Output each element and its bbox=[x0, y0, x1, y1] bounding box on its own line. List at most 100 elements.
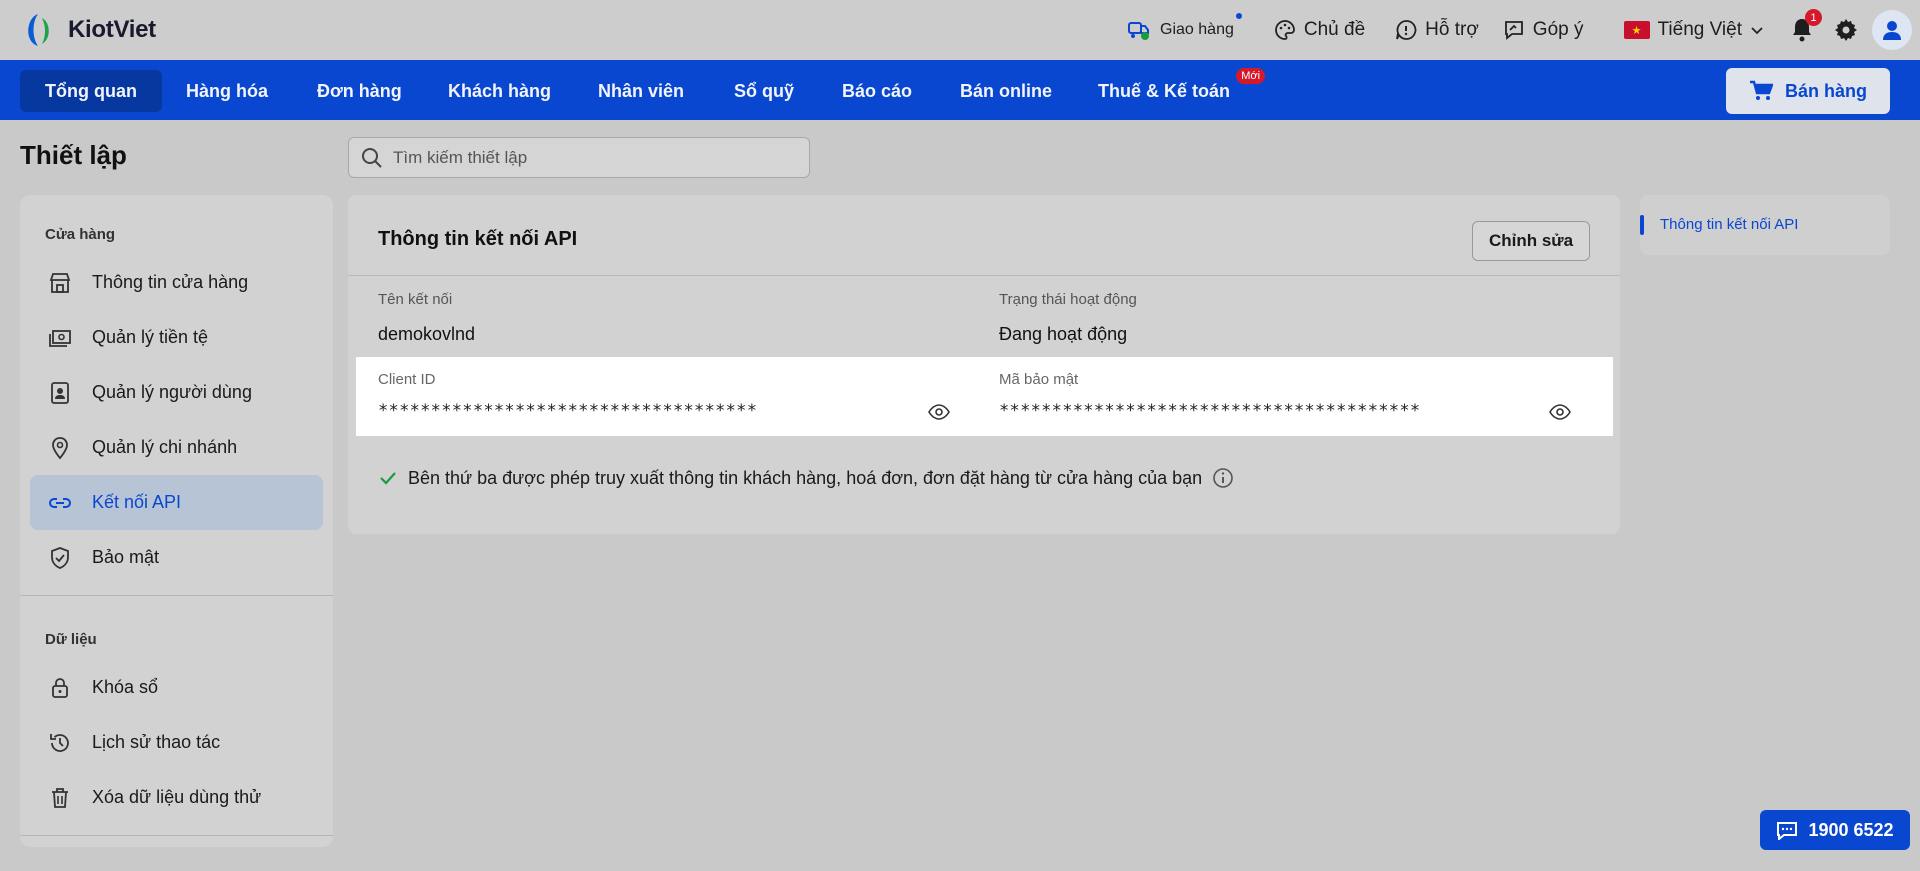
history-icon bbox=[50, 733, 69, 752]
top-bar: KiotViet Giao hàng Chủ đề Hỗ trợ Góp ý ★… bbox=[0, 0, 1920, 60]
client-id-label: Client ID bbox=[378, 371, 436, 388]
theme-link[interactable]: Chủ đề bbox=[1274, 19, 1365, 41]
cart-icon bbox=[1749, 80, 1773, 100]
new-badge: Mới bbox=[1236, 68, 1266, 84]
settings-button[interactable] bbox=[1834, 18, 1858, 42]
palette-icon bbox=[1274, 20, 1295, 40]
sidebar-item-currency[interactable]: Quản lý tiền tệ bbox=[30, 310, 323, 365]
card-divider bbox=[348, 275, 1620, 276]
credentials-row: Client ID ******************************… bbox=[356, 357, 1613, 436]
logo-icon bbox=[28, 14, 49, 46]
theme-label: Chủ đề bbox=[1303, 19, 1366, 40]
trash-icon bbox=[52, 787, 68, 808]
delivery-label: Giao hàng bbox=[1160, 21, 1234, 38]
sidebar-item-label: Xóa dữ liệu dùng thử bbox=[92, 787, 262, 807]
anchor-item-api-info[interactable]: Thông tin kết nối API bbox=[1660, 216, 1798, 233]
sidebar-item-delete-trial[interactable]: Xóa dữ liệu dùng thử bbox=[30, 770, 323, 825]
notification-badge: 1 bbox=[1805, 9, 1822, 26]
nav-thue-ke-toan[interactable]: Thuế & Kế toán Mới bbox=[1073, 68, 1266, 112]
sidebar-divider bbox=[20, 595, 333, 596]
settings-sidebar: Cửa hàng Thông tin cửa hàng Quản lý tiền… bbox=[20, 195, 333, 847]
permission-note-text: Bên thứ ba được phép truy xuất thông tin… bbox=[408, 467, 1203, 488]
nav-so-quy[interactable]: Sổ quỹ bbox=[709, 70, 819, 112]
sidebar-item-history[interactable]: Lịch sử thao tác bbox=[30, 715, 323, 770]
section-title-du-lieu: Dữ liệu bbox=[45, 631, 97, 648]
feedback-icon bbox=[1504, 21, 1523, 40]
status-label: Trạng thái hoạt động bbox=[999, 291, 1137, 308]
delivery-link[interactable]: Giao hàng bbox=[1126, 13, 1242, 43]
connection-name-value: demokovlnd bbox=[378, 324, 476, 344]
anchor-nav: Thông tin kết nối API bbox=[1640, 195, 1890, 255]
link-icon bbox=[49, 497, 71, 508]
show-client-id-eye-icon[interactable] bbox=[928, 404, 950, 420]
nav-tong-quan[interactable]: Tổng quan bbox=[20, 70, 162, 112]
user-avatar[interactable] bbox=[1872, 10, 1912, 50]
shield-icon bbox=[51, 546, 69, 569]
location-pin-icon bbox=[52, 436, 68, 459]
nav-ban-online[interactable]: Bán online bbox=[935, 70, 1077, 112]
chat-bubble-icon bbox=[1777, 822, 1798, 840]
sidebar-item-label: Lịch sử thao tác bbox=[92, 732, 221, 752]
main-nav: Tổng quan Hàng hóa Đơn hàng Khách hàng N… bbox=[0, 60, 1920, 120]
nav-bao-cao[interactable]: Báo cáo bbox=[817, 70, 937, 112]
settings-search[interactable] bbox=[348, 137, 810, 178]
client-id-value: ************************************ bbox=[378, 401, 758, 421]
check-icon bbox=[380, 472, 396, 485]
sidebar-item-label: Quản lý tiền tệ bbox=[92, 327, 209, 347]
sidebar-divider bbox=[20, 835, 333, 836]
nav-don-hang[interactable]: Đơn hàng bbox=[292, 70, 427, 112]
gear-icon bbox=[1835, 19, 1857, 41]
sidebar-item-label: Quản lý chi nhánh bbox=[92, 437, 238, 457]
sidebar-item-label: Bảo mật bbox=[92, 547, 160, 567]
nav-nhan-vien[interactable]: Nhân viên bbox=[573, 70, 709, 112]
language-selector[interactable]: ★ Tiếng Việt bbox=[1623, 19, 1765, 41]
page-title: Thiết lập bbox=[20, 140, 127, 170]
sidebar-item-label: Khóa sổ bbox=[92, 677, 159, 697]
sidebar-item-lock-books[interactable]: Khóa sổ bbox=[30, 660, 323, 715]
edit-button[interactable]: Chỉnh sửa bbox=[1472, 221, 1590, 261]
delivery-dot bbox=[1235, 13, 1242, 19]
hotline-number: 1900 6522 bbox=[1808, 819, 1894, 840]
search-input[interactable] bbox=[393, 147, 793, 168]
support-chat-icon bbox=[1396, 20, 1417, 40]
money-icon bbox=[49, 329, 71, 347]
kiotviet-logo[interactable]: KiotViet bbox=[20, 10, 156, 50]
delivery-truck-icon bbox=[1128, 22, 1150, 40]
nav-hang-hoa[interactable]: Hàng hóa bbox=[161, 70, 293, 112]
search-icon bbox=[362, 147, 382, 168]
support-label: Hỗ trợ bbox=[1425, 19, 1479, 40]
connection-name-label: Tên kết nối bbox=[378, 291, 453, 308]
feedback-link[interactable]: Góp ý bbox=[1503, 19, 1584, 41]
user-badge-icon bbox=[51, 381, 69, 404]
language-label: Tiếng Việt bbox=[1657, 19, 1743, 40]
secret-key-label: Mã bảo mật bbox=[999, 371, 1079, 388]
sidebar-item-label: Kết nối API bbox=[92, 492, 182, 512]
hotline-button[interactable]: 1900 6522 bbox=[1760, 810, 1910, 850]
permission-note: Bên thứ ba được phép truy xuất thông tin… bbox=[378, 467, 1234, 489]
info-icon[interactable] bbox=[1212, 467, 1234, 489]
sell-button-label: Bán hàng bbox=[1784, 80, 1867, 101]
card-title: Thông tin kết nối API bbox=[378, 228, 578, 250]
show-secret-eye-icon[interactable] bbox=[1549, 404, 1571, 420]
sidebar-item-security[interactable]: Bảo mật bbox=[30, 530, 323, 585]
brand-name: KiotViet bbox=[68, 16, 156, 43]
sell-button[interactable]: Bán hàng bbox=[1726, 68, 1890, 114]
sidebar-item-store-info[interactable]: Thông tin cửa hàng bbox=[30, 255, 323, 310]
anchor-active-indicator bbox=[1640, 215, 1644, 235]
nav-khach-hang[interactable]: Khách hàng bbox=[423, 70, 576, 112]
vietnam-flag-icon: ★ bbox=[1623, 21, 1650, 39]
store-icon bbox=[49, 272, 71, 293]
sidebar-item-api[interactable]: Kết nối API bbox=[30, 475, 323, 530]
sidebar-item-branches[interactable]: Quản lý chi nhánh bbox=[30, 420, 323, 475]
lock-icon bbox=[52, 677, 68, 698]
notification-button[interactable]: 1 bbox=[1790, 9, 1822, 43]
support-link[interactable]: Hỗ trợ bbox=[1395, 19, 1479, 41]
chevron-down-icon bbox=[1751, 27, 1763, 35]
sidebar-item-users[interactable]: Quản lý người dùng bbox=[30, 365, 323, 420]
user-icon bbox=[1883, 21, 1901, 40]
secret-key-value: **************************************** bbox=[999, 401, 1421, 421]
feedback-label: Góp ý bbox=[1532, 19, 1584, 40]
section-title-cua-hang: Cửa hàng bbox=[45, 226, 116, 243]
status-value: Đang hoạt động bbox=[999, 324, 1128, 344]
sidebar-item-label: Quản lý người dùng bbox=[92, 382, 252, 402]
